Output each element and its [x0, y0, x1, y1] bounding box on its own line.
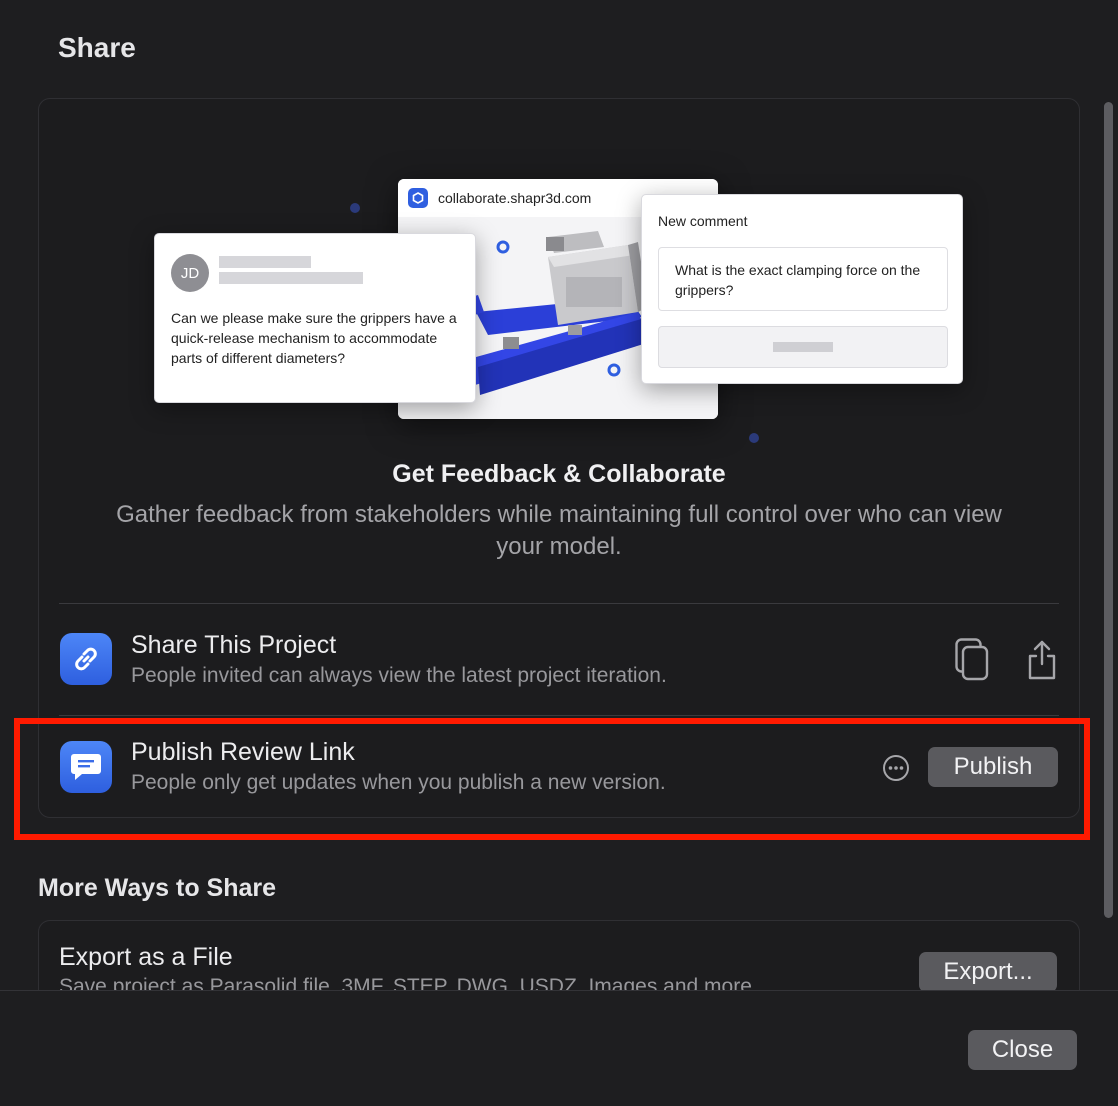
new-comment-title: New comment [658, 213, 748, 229]
decor-dot [350, 203, 360, 213]
export-title: Export as a File [59, 943, 233, 971]
share-project-row[interactable]: Share This Project People invited can al… [39, 611, 1079, 707]
comment-input-mock: What is the exact clamping force on the … [658, 247, 948, 311]
avatar: JD [171, 254, 209, 292]
link-icon [60, 633, 112, 685]
divider [59, 715, 1059, 716]
highlight-box [14, 718, 1090, 840]
export-button[interactable]: Export... [919, 952, 1057, 992]
share-project-title: Share This Project [131, 631, 337, 659]
decor-dot [749, 433, 759, 443]
dialog-title: Share [58, 32, 136, 63]
scrollbar[interactable] [1104, 102, 1113, 918]
placeholder-line [219, 256, 311, 268]
comment-card-left: JD Can we please make sure the grippers … [154, 233, 476, 403]
more-ways-title: More Ways to Share [38, 874, 277, 902]
dialog-footer: Close [0, 991, 1118, 1106]
share-dialog: Share collaborate.shapr3d.com JD Can we … [0, 0, 1118, 1106]
hero-illustration: collaborate.shapr3d.com JD Can we please… [39, 99, 1079, 604]
hero-subtitle: Gather feedback from stakeholders while … [116, 501, 1002, 560]
placeholder-line [773, 342, 833, 352]
share-icon[interactable] [1019, 637, 1065, 683]
new-comment-card: New comment What is the exact clamping f… [641, 194, 963, 384]
comment-text: Can we please make sure the grippers hav… [171, 310, 457, 366]
placeholder-line [219, 272, 363, 284]
divider [59, 603, 1059, 604]
copy-icon[interactable] [949, 637, 995, 683]
browser-url: collaborate.shapr3d.com [438, 190, 592, 206]
collaborate-card: collaborate.shapr3d.com JD Can we please… [38, 98, 1080, 818]
export-card[interactable]: Export as a File Save project as Parasol… [38, 920, 1080, 993]
hero-title: Get Feedback & Collaborate [392, 460, 726, 488]
share-project-subtitle: People invited can always view the lates… [131, 664, 667, 687]
shapr3d-logo-icon [408, 188, 428, 208]
comment-text: What is the exact clamping force on the … [675, 262, 921, 298]
close-button[interactable]: Close [968, 1030, 1077, 1070]
submit-button-mock [658, 326, 948, 368]
